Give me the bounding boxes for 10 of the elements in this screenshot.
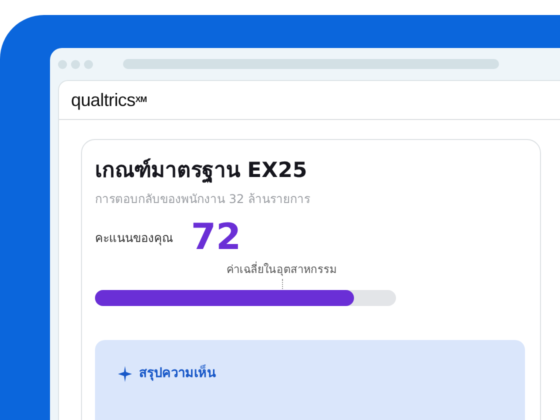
score-value: 72: [191, 216, 242, 260]
average-label: ค่าเฉลี่ยในอุตสาหกรรม: [226, 262, 337, 278]
average-marker: [282, 279, 283, 289]
address-bar[interactable]: [123, 59, 499, 69]
sparkle-icon: [118, 366, 132, 382]
card-title: เกณฑ์มาตรฐาน EX25: [95, 157, 308, 185]
logo: qualtrics$^{XM}$: [71, 88, 147, 112]
card-subtitle: การตอบกลับของพนักงาน 32 ล้านรายการ: [95, 191, 311, 208]
summary-title: สรุปความเห็น: [139, 364, 216, 383]
score-label: คะแนนของคุณ: [95, 230, 173, 247]
